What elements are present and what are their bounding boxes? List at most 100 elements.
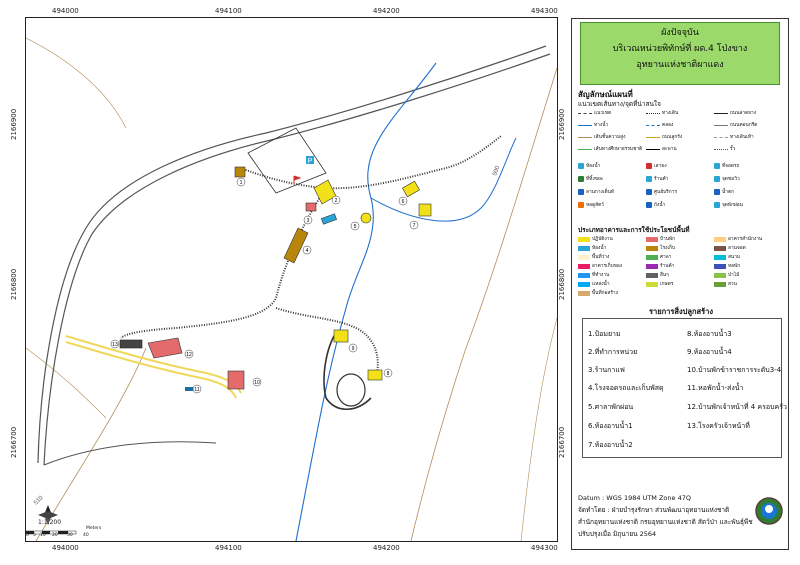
path	[275, 307, 379, 379]
building-list-item: 11.หอพักน้ำ-ส่งน้ำ	[687, 384, 744, 392]
legend-point-label: จุดชมวิว	[722, 177, 740, 182]
grid-label-top: 494000	[52, 7, 79, 15]
path	[240, 135, 502, 190]
building-list-item: 2.ที่ทำการหน่วย	[588, 348, 638, 356]
stream	[295, 62, 437, 541]
building-10[interactable]	[227, 370, 245, 390]
building-number-6: 6	[402, 199, 405, 205]
legend-subheading: แนวเขตเส้นทาง/จุดที่น่าสนใจ	[578, 100, 661, 108]
building-6[interactable]	[402, 180, 420, 198]
landuse-item: ศาลา	[646, 253, 671, 261]
legend-line-swatch	[578, 148, 592, 150]
building-number-5: 5	[354, 224, 357, 230]
building-4[interactable]	[283, 227, 309, 264]
landuse-swatch	[578, 281, 590, 287]
landuse-swatch	[578, 272, 590, 278]
landuse-item: ป่าไม้	[714, 271, 739, 279]
building-9[interactable]	[333, 329, 349, 343]
landuse-label: แหล่งน้ำ	[592, 282, 610, 287]
landuse-item: หอพัก	[714, 262, 740, 270]
legend-line-label: ทางเดิน	[662, 111, 679, 116]
building-list-item: 7.ห้องอาบน้ำ2	[588, 441, 633, 449]
landuse-label: อื่นๆ	[660, 273, 669, 278]
building-5[interactable]	[360, 212, 372, 224]
legend-line-item: เส้นชั้นความสูง	[578, 133, 625, 141]
landuse-label: ปฏิบัติงาน	[592, 237, 613, 242]
building-1[interactable]	[234, 166, 246, 178]
legend-point-label: เสาธง	[654, 164, 667, 169]
landuse-label: ร้านค้า	[660, 264, 675, 269]
landuse-item: ที่ทำงาน	[578, 271, 609, 279]
landuse-swatch	[714, 263, 726, 269]
legend-line-swatch	[714, 124, 728, 126]
flag-icon	[646, 163, 652, 169]
scale-tick: 0	[26, 533, 29, 538]
water-tank-icon	[646, 202, 652, 208]
cyan-building[interactable]	[321, 213, 337, 225]
landuse-label: หอพัก	[728, 264, 741, 269]
landuse-swatch	[578, 254, 590, 260]
landuse-item: สวน	[714, 280, 737, 288]
legend-point-item: ห้องน้ำ	[578, 162, 600, 170]
building-7[interactable]	[418, 203, 432, 217]
grid-label-top: 494300	[531, 7, 558, 15]
trash-icon	[578, 176, 584, 182]
building-number-13: 13	[112, 342, 118, 348]
map-canvas[interactable]: P 1 2 3 4 5 6 7 8 9 10 11 12 13 500 510	[26, 18, 557, 541]
title-box: ผังปัจจุบัน บริเวณหน่วยพิทักษ์ที่ ผด.4 โ…	[580, 22, 780, 85]
landuse-swatch	[578, 263, 590, 269]
building-11[interactable]	[185, 387, 193, 391]
building-number-7: 7	[413, 223, 416, 229]
contour-line	[26, 347, 107, 419]
landuse-swatch	[646, 263, 658, 269]
building-12[interactable]	[147, 337, 183, 359]
landuse-label: ป่าไม้	[728, 273, 740, 278]
grid-label-bottom: 494000	[52, 544, 79, 552]
building-13[interactable]	[119, 339, 143, 349]
building-list-item: 8.ห้องอาบน้ำ3	[687, 330, 732, 338]
main-road-edge	[43, 53, 551, 466]
landuse-swatch	[714, 245, 726, 251]
building-number-11: 11	[194, 387, 199, 393]
tent-icon	[578, 189, 584, 195]
legend-line-label: ทางเดินเท้า	[730, 135, 754, 140]
landuse-swatch	[578, 245, 590, 251]
landuse-item: ปฏิบัติงาน	[578, 235, 613, 243]
landuse-heading: ประเภทอาคารและการใช้ประโยชน์พื้นที่	[578, 226, 690, 234]
scale-tick: 10	[40, 533, 46, 538]
legend-line-item: ถนนคอนกรีต	[714, 121, 757, 129]
building-number-2: 2	[335, 198, 338, 204]
landuse-legend: ปฏิบัติงาน บ้านพัก อาคารสำนักงาน ห้องน้ำ โรง…	[578, 235, 783, 297]
legend-line-label: เส้นชั้นความสูง	[594, 135, 626, 140]
legend-point-label: ถังน้ำ	[654, 203, 666, 208]
landuse-item: โรงเก็บ	[646, 244, 675, 252]
legend-line-swatch	[646, 136, 660, 138]
tower-icon	[578, 202, 584, 208]
prepared-by-line-2: สำนักอุทยานแห่งชาติ กรมอุทยานแห่งชาติ สั…	[578, 518, 753, 526]
legend-line-item: ทางเดิน	[646, 109, 678, 117]
legend-line-label: คลอง	[662, 123, 674, 128]
building-list-item: 3.ร้านกาแฟ	[588, 366, 625, 374]
building-number-3: 3	[307, 218, 310, 224]
shop-icon	[646, 176, 652, 182]
landuse-item: เกษตร	[646, 280, 673, 288]
map-frame[interactable]: P 1 2 3 4 5 6 7 8 9 10 11 12 13 500 510	[25, 17, 558, 542]
building-8[interactable]	[367, 369, 383, 381]
landuse-label: บ้านพัก	[660, 237, 676, 242]
legend-point-item: ศูนย์บริการ	[646, 188, 677, 196]
landuse-swatch	[646, 281, 658, 287]
path	[120, 187, 327, 339]
scale-ratio: 1:1,200	[38, 519, 62, 526]
landuse-item: พื้นที่ว่าง	[578, 253, 609, 261]
legend-point-item: หอดูสัตว์	[578, 201, 604, 209]
landuse-label: ลานจอด	[728, 246, 746, 251]
grid-label-right: 2166800	[558, 268, 566, 300]
landuse-swatch	[578, 236, 590, 242]
building-list-item: 4.โรงจอดรถและเก็บพัสดุ	[588, 384, 664, 392]
building-list-item: 6.ห้องอาบน้ำ1	[588, 422, 633, 430]
building-3[interactable]	[305, 202, 317, 212]
landuse-item: แหล่งน้ำ	[578, 280, 610, 288]
legend-point-item: ที่จอดรถ	[714, 162, 739, 170]
legend-line-item: ทางน้ำ	[578, 121, 608, 129]
landuse-label: สวน	[728, 282, 737, 287]
